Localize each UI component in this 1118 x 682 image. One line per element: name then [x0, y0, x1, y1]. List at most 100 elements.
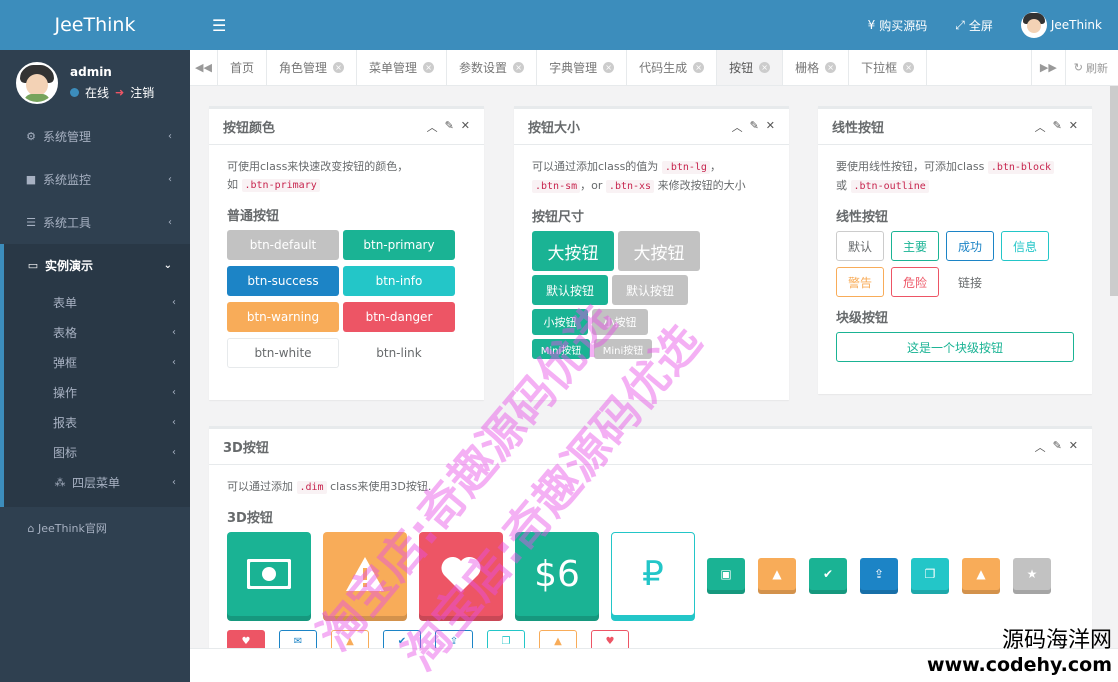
sidebar-subitem-four-level-menu[interactable]: ⁂ 四层菜单 ‹: [4, 467, 190, 497]
sidebar-item-system-tools[interactable]: ☰ 系统工具 ‹: [0, 201, 190, 244]
buy-source-link[interactable]: ¥ 购买源码: [868, 17, 928, 34]
btn-warning[interactable]: btn-warning: [227, 302, 339, 332]
btn-sm-primary[interactable]: 小按钮: [532, 309, 588, 335]
3d-dollar-button[interactable]: $6: [515, 532, 599, 616]
scrollbar[interactable]: [1110, 86, 1118, 296]
collapse-icon[interactable]: ︿: [1035, 119, 1046, 135]
sidebar-subitem-operation[interactable]: 操作 ‹: [4, 377, 190, 407]
btn-xs-primary[interactable]: Mini按钮: [532, 339, 590, 359]
sidebar-item-system-manage[interactable]: ⚙ 系统管理 ‹: [0, 115, 190, 158]
3d-small-star-button[interactable]: ★: [1013, 558, 1051, 590]
btn-md-default[interactable]: 默认按钮: [612, 275, 688, 305]
btn-lg-default[interactable]: 大按钮: [618, 231, 700, 271]
sidebar-subitem-icons[interactable]: 图标 ‹: [4, 437, 190, 467]
3d-warning-button[interactable]: [323, 532, 407, 616]
sidebar-subitem-report[interactable]: 报表 ‹: [4, 407, 190, 437]
outline-link-button[interactable]: 链接: [946, 267, 995, 297]
3d-mini-outline-button[interactable]: ⇪: [435, 630, 473, 648]
3d-ruble-button[interactable]: ₽: [611, 532, 695, 616]
btn-danger[interactable]: btn-danger: [343, 302, 455, 332]
tab-item[interactable]: 参数设置 ×: [447, 50, 538, 85]
close-icon[interactable]: ✕: [766, 119, 775, 135]
outline-warning-button[interactable]: 警告: [836, 267, 885, 297]
sidebar-subitem-form[interactable]: 表单 ‹: [4, 287, 190, 317]
tab-close-icon[interactable]: ×: [903, 62, 915, 73]
wrench-icon[interactable]: ✎: [750, 119, 759, 135]
btn-link[interactable]: btn-link: [343, 338, 455, 368]
block-button[interactable]: 这是一个块级按钮: [836, 332, 1074, 362]
outline-default-button[interactable]: 默认: [836, 231, 885, 261]
3d-small-upload-button[interactable]: ⇪: [860, 558, 898, 590]
logout-link[interactable]: 注销: [130, 84, 154, 101]
tab-item[interactable]: 菜单管理 ×: [357, 50, 448, 85]
tab-close-icon[interactable]: ×: [759, 62, 771, 73]
sidebar-item-website[interactable]: ⌂ JeeThink官网: [0, 513, 190, 543]
logout-icon[interactable]: ➜: [115, 86, 124, 99]
collapse-icon[interactable]: ︿: [732, 119, 743, 135]
wrench-icon[interactable]: ✎: [445, 119, 454, 135]
3d-heart-button[interactable]: [419, 532, 503, 616]
refresh-button[interactable]: ↻ 刷新: [1064, 50, 1118, 85]
collapse-icon[interactable]: ︿: [427, 119, 438, 135]
collapse-icon[interactable]: ︿: [1035, 439, 1046, 455]
wrench-icon[interactable]: ✎: [1053, 119, 1062, 135]
btn-success[interactable]: btn-success: [227, 266, 339, 296]
tab-item[interactable]: 字典管理 ×: [537, 50, 628, 85]
3d-small-copy-button[interactable]: ❐: [911, 558, 949, 590]
3d-mini-outline-button[interactable]: ✔: [383, 630, 421, 648]
3d-mini-outline-button[interactable]: ▲: [331, 630, 369, 648]
3d-mini-outline-button[interactable]: ❐: [487, 630, 525, 648]
tab-list: 首页 角色管理 × 菜单管理 × 参数设置 × 字典管理 × 代码生成 × 按钮 × 栅格 × 下拉框 ×: [218, 50, 1031, 85]
btn-lg-primary[interactable]: 大按钮: [532, 231, 614, 271]
wrench-icon[interactable]: ✎: [1053, 439, 1062, 455]
btn-md-primary[interactable]: 默认按钮: [532, 275, 608, 305]
btn-primary[interactable]: btn-primary: [343, 230, 455, 260]
tab-close-icon[interactable]: ×: [333, 62, 345, 73]
tab-close-icon[interactable]: ×: [693, 62, 705, 73]
tab-close-icon[interactable]: ×: [513, 62, 525, 73]
tab-item[interactable]: 栅格 ×: [783, 50, 850, 85]
close-icon[interactable]: ✕: [461, 119, 470, 135]
3d-mini-heart-button[interactable]: ♥: [227, 630, 265, 648]
3d-small-warning-button[interactable]: ▲: [758, 558, 796, 590]
3d-mini-outline-button[interactable]: ✉: [279, 630, 317, 648]
tab-close-icon[interactable]: ×: [423, 62, 435, 73]
btn-xs-default[interactable]: Mini按钮: [594, 339, 652, 359]
expand-icon: ⤢: [955, 17, 965, 32]
avatar[interactable]: [16, 61, 58, 104]
3d-small-check-button[interactable]: ✔: [809, 558, 847, 590]
btn-default[interactable]: btn-default: [227, 230, 339, 260]
outline-success-button[interactable]: 成功: [946, 231, 995, 261]
3d-mini-outline-button[interactable]: ▲: [539, 630, 577, 648]
tab-item[interactable]: 角色管理 ×: [267, 50, 358, 85]
sidebar-item-demo[interactable]: ▭ 实例演示 ⌄: [4, 244, 190, 287]
3d-money-button[interactable]: [227, 532, 311, 616]
tab-scroll-left-icon[interactable]: ◀◀: [190, 50, 218, 85]
menu-toggle-icon[interactable]: ☰: [212, 16, 226, 35]
3d-small-money-button[interactable]: ▣: [707, 558, 745, 590]
3d-small-warning-button-2[interactable]: ▲: [962, 558, 1000, 590]
btn-info[interactable]: btn-info: [343, 266, 455, 296]
outline-info-button[interactable]: 信息: [1001, 231, 1050, 261]
btn-white[interactable]: btn-white: [227, 338, 339, 368]
tab-item[interactable]: 代码生成 ×: [627, 50, 718, 85]
close-icon[interactable]: ✕: [1069, 439, 1078, 455]
brand-logo[interactable]: JeeThink: [0, 0, 190, 50]
user-menu[interactable]: JeeThink: [1020, 12, 1102, 38]
sidebar-active-group: ▭ 实例演示 ⌄ 表单 ‹ 表格 ‹ 弹框 ‹ 操作 ‹ 报表 ‹ 图标 ‹ ⁂ 四层菜单 ‹: [0, 244, 190, 507]
fullscreen-button[interactable]: ⤢ 全屏: [955, 17, 993, 34]
tab-close-icon[interactable]: ×: [825, 62, 837, 73]
3d-mini-outline-button[interactable]: ♥: [591, 630, 629, 648]
sidebar-subitem-table[interactable]: 表格 ‹: [4, 317, 190, 347]
tab-close-icon[interactable]: ×: [603, 62, 615, 73]
tab-scroll-right-icon[interactable]: ▶▶: [1030, 50, 1065, 85]
tab-item[interactable]: 首页: [218, 50, 268, 85]
sidebar-item-system-monitor[interactable]: ■ 系统监控 ‹: [0, 158, 190, 201]
outline-primary-button[interactable]: 主要: [891, 231, 940, 261]
outline-danger-button[interactable]: 危险: [891, 267, 940, 297]
sidebar-subitem-dialog[interactable]: 弹框 ‹: [4, 347, 190, 377]
tab-item[interactable]: 按钮 ×: [717, 50, 784, 85]
tab-item[interactable]: 下拉框 ×: [849, 50, 928, 85]
btn-sm-default[interactable]: 小按钮: [592, 309, 648, 335]
close-icon[interactable]: ✕: [1069, 119, 1078, 135]
